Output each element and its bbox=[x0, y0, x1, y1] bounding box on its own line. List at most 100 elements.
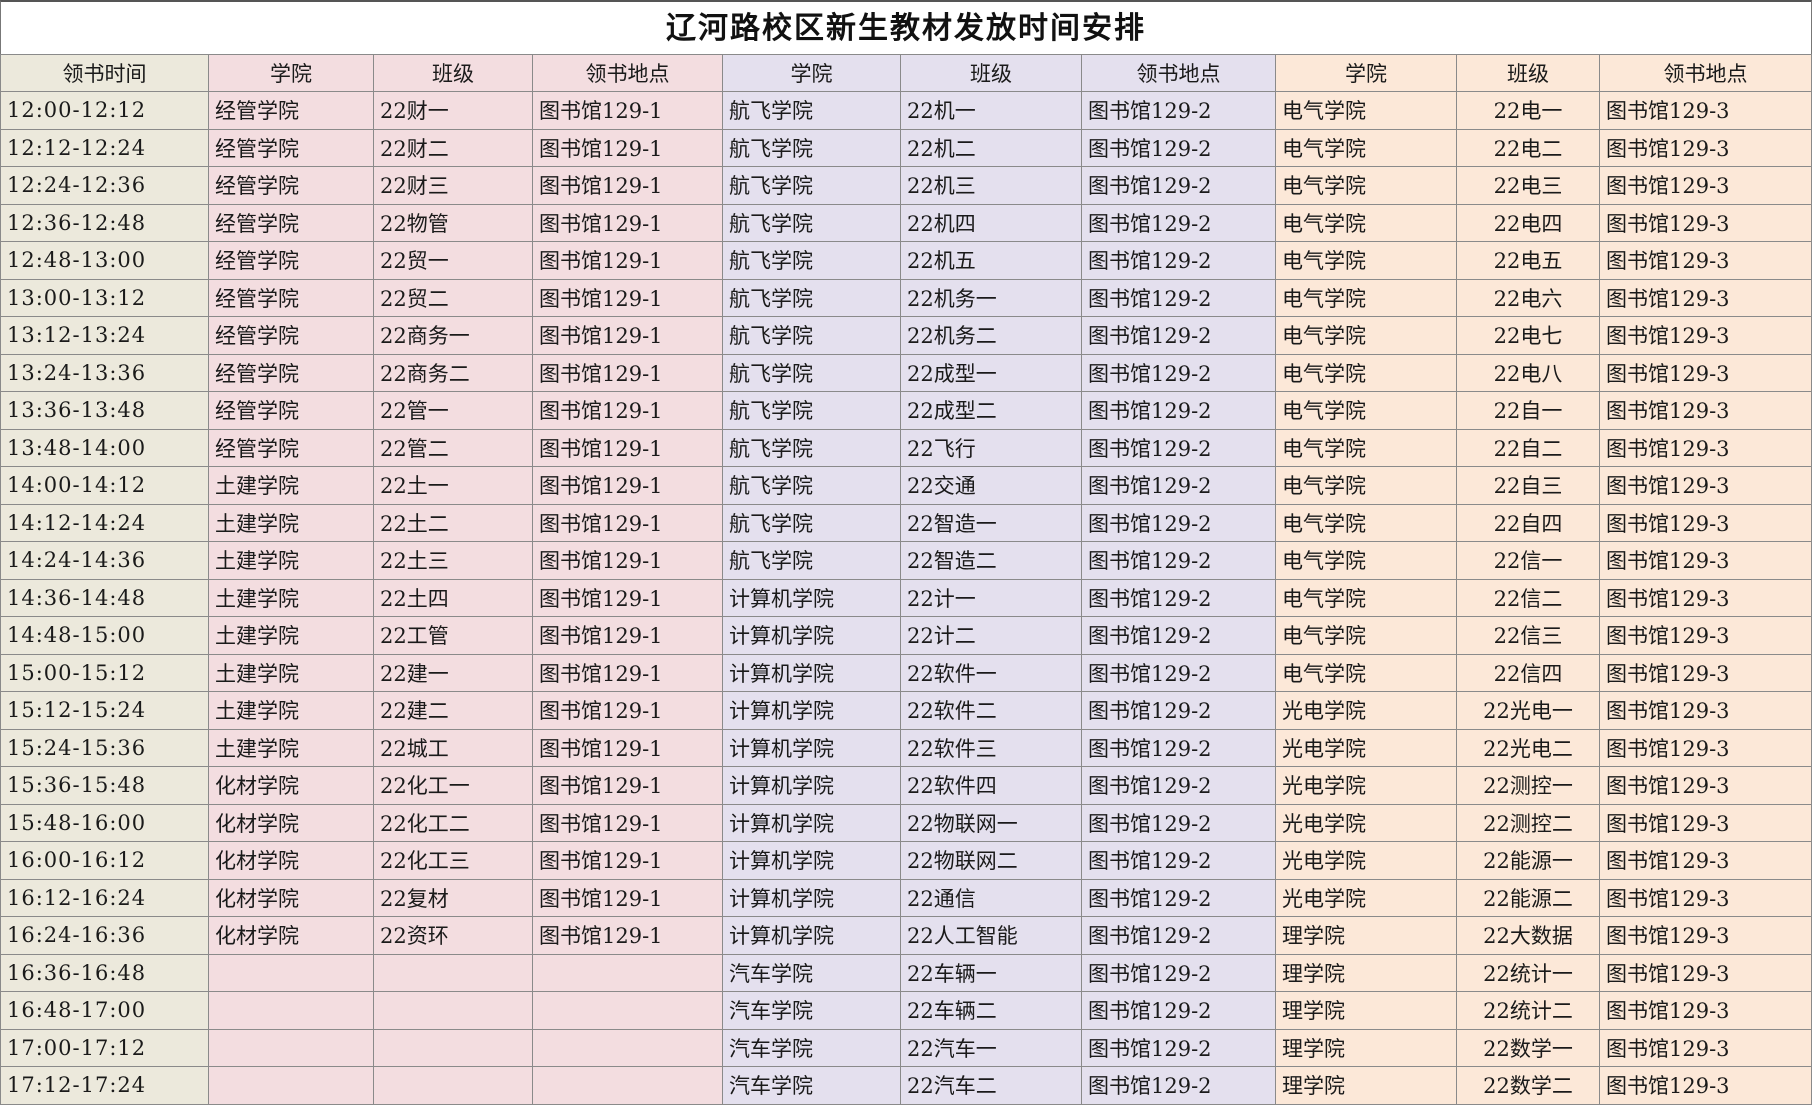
college-cell: 光电学院 bbox=[1275, 691, 1457, 730]
location-cell: 图书馆129-3 bbox=[1599, 316, 1812, 355]
time-cell: 14:36-14:48 bbox=[0, 578, 209, 617]
class-cell: 22测控二 bbox=[1456, 803, 1600, 842]
class-cell: 22土四 bbox=[373, 578, 533, 617]
location-cell: 图书馆129-3 bbox=[1599, 578, 1812, 617]
location-cell bbox=[532, 953, 723, 992]
college-cell: 电气学院 bbox=[1275, 278, 1457, 317]
schedule-sheet: 辽河路校区新生教材发放时间安排 领书时间 学院 班级 领书地点 学院 班级 领书… bbox=[0, 0, 1812, 1105]
location-cell: 图书馆129-3 bbox=[1599, 991, 1812, 1030]
class-cell: 22物联网一 bbox=[900, 803, 1082, 842]
header-location-2: 领书地点 bbox=[1081, 54, 1276, 92]
time-cell: 14:48-15:00 bbox=[0, 616, 209, 655]
class-cell: 22车辆一 bbox=[900, 953, 1082, 992]
location-cell: 图书馆129-2 bbox=[1081, 1066, 1276, 1105]
location-cell: 图书馆129-2 bbox=[1081, 353, 1276, 392]
time-cell: 13:00-13:12 bbox=[0, 278, 209, 317]
location-cell: 图书馆129-1 bbox=[532, 728, 723, 767]
class-cell: 22自一 bbox=[1456, 391, 1600, 430]
class-cell: 22管二 bbox=[373, 428, 533, 467]
class-cell: 22工管 bbox=[373, 616, 533, 655]
class-cell: 22计二 bbox=[900, 616, 1082, 655]
location-cell: 图书馆129-1 bbox=[532, 241, 723, 280]
class-cell: 22大数据 bbox=[1456, 916, 1600, 955]
class-cell: 22贸二 bbox=[373, 278, 533, 317]
location-cell bbox=[532, 991, 723, 1030]
location-cell: 图书馆129-2 bbox=[1081, 428, 1276, 467]
location-cell: 图书馆129-3 bbox=[1599, 466, 1812, 505]
college-cell: 汽车学院 bbox=[722, 1028, 901, 1067]
college-cell: 计算机学院 bbox=[722, 766, 901, 805]
class-cell: 22能源二 bbox=[1456, 878, 1600, 917]
college-cell: 经管学院 bbox=[208, 91, 374, 130]
table-row: 14:36-14:48 土建学院 22土四 图书馆129-1 计算机学院 22计一 图书馆1… bbox=[0, 578, 1812, 617]
class-cell: 22信三 bbox=[1456, 616, 1600, 655]
location-cell: 图书馆129-2 bbox=[1081, 766, 1276, 805]
class-cell: 22电五 bbox=[1456, 241, 1600, 280]
location-cell: 图书馆129-3 bbox=[1599, 616, 1812, 655]
time-cell: 14:00-14:12 bbox=[0, 466, 209, 505]
college-cell: 汽车学院 bbox=[722, 953, 901, 992]
class-cell bbox=[373, 1066, 533, 1105]
location-cell: 图书馆129-2 bbox=[1081, 916, 1276, 955]
class-cell: 22机一 bbox=[900, 91, 1082, 130]
time-cell: 16:24-16:36 bbox=[0, 916, 209, 955]
location-cell: 图书馆129-3 bbox=[1599, 953, 1812, 992]
class-cell: 22机五 bbox=[900, 241, 1082, 280]
class-cell bbox=[373, 953, 533, 992]
header-location-3: 领书地点 bbox=[1599, 54, 1812, 92]
college-cell: 计算机学院 bbox=[722, 841, 901, 880]
college-cell: 汽车学院 bbox=[722, 991, 901, 1030]
college-cell: 计算机学院 bbox=[722, 653, 901, 692]
table-row: 15:36-15:48 化材学院 22化工一 图书馆129-1 计算机学院 22软件四 图书… bbox=[0, 766, 1812, 805]
location-cell: 图书馆129-1 bbox=[532, 428, 723, 467]
class-cell: 22机务一 bbox=[900, 278, 1082, 317]
class-cell: 22软件二 bbox=[900, 691, 1082, 730]
class-cell: 22软件一 bbox=[900, 653, 1082, 692]
table-row: 12:24-12:36 经管学院 22财三 图书馆129-1 航飞学院 22机三 图书馆12… bbox=[0, 166, 1812, 205]
college-cell: 土建学院 bbox=[208, 578, 374, 617]
location-cell: 图书馆129-1 bbox=[532, 316, 723, 355]
class-cell: 22能源一 bbox=[1456, 841, 1600, 880]
class-cell: 22资环 bbox=[373, 916, 533, 955]
college-cell: 电气学院 bbox=[1275, 203, 1457, 242]
class-cell: 22贸一 bbox=[373, 241, 533, 280]
class-cell: 22统计一 bbox=[1456, 953, 1600, 992]
time-cell: 12:24-12:36 bbox=[0, 166, 209, 205]
college-cell: 航飞学院 bbox=[722, 91, 901, 130]
time-cell: 13:24-13:36 bbox=[0, 353, 209, 392]
class-cell: 22物管 bbox=[373, 203, 533, 242]
class-cell: 22成型二 bbox=[900, 391, 1082, 430]
college-cell: 航飞学院 bbox=[722, 428, 901, 467]
location-cell: 图书馆129-2 bbox=[1081, 953, 1276, 992]
location-cell: 图书馆129-1 bbox=[532, 128, 723, 167]
college-cell: 电气学院 bbox=[1275, 428, 1457, 467]
table-row: 16:36-16:48 汽车学院 22车辆一 图书馆129-2 理学院 22统计一 图书馆1… bbox=[0, 953, 1812, 992]
header-class-2: 班级 bbox=[900, 54, 1082, 92]
college-cell: 航飞学院 bbox=[722, 203, 901, 242]
location-cell: 图书馆129-2 bbox=[1081, 316, 1276, 355]
time-cell: 15:00-15:12 bbox=[0, 653, 209, 692]
location-cell: 图书馆129-3 bbox=[1599, 803, 1812, 842]
college-cell: 光电学院 bbox=[1275, 728, 1457, 767]
time-cell: 13:36-13:48 bbox=[0, 391, 209, 430]
class-cell: 22汽车一 bbox=[900, 1028, 1082, 1067]
header-class-3: 班级 bbox=[1456, 54, 1600, 92]
location-cell: 图书馆129-1 bbox=[532, 391, 723, 430]
location-cell: 图书馆129-2 bbox=[1081, 578, 1276, 617]
time-cell: 13:48-14:00 bbox=[0, 428, 209, 467]
table-row: 13:36-13:48 经管学院 22管一 图书馆129-1 航飞学院 22成型二 图书馆1… bbox=[0, 391, 1812, 430]
college-cell: 光电学院 bbox=[1275, 841, 1457, 880]
location-cell: 图书馆129-3 bbox=[1599, 91, 1812, 130]
class-cell: 22化工三 bbox=[373, 841, 533, 880]
class-cell: 22光电一 bbox=[1456, 691, 1600, 730]
table-row: 17:00-17:12 汽车学院 22汽车一 图书馆129-2 理学院 22数学一 图书馆1… bbox=[0, 1028, 1812, 1067]
class-cell: 22机务二 bbox=[900, 316, 1082, 355]
college-cell bbox=[208, 1066, 374, 1105]
class-cell: 22电三 bbox=[1456, 166, 1600, 205]
class-cell bbox=[373, 991, 533, 1030]
location-cell: 图书馆129-3 bbox=[1599, 166, 1812, 205]
college-cell bbox=[208, 991, 374, 1030]
college-cell: 电气学院 bbox=[1275, 353, 1457, 392]
class-cell: 22建二 bbox=[373, 691, 533, 730]
header-location-1: 领书地点 bbox=[532, 54, 723, 92]
